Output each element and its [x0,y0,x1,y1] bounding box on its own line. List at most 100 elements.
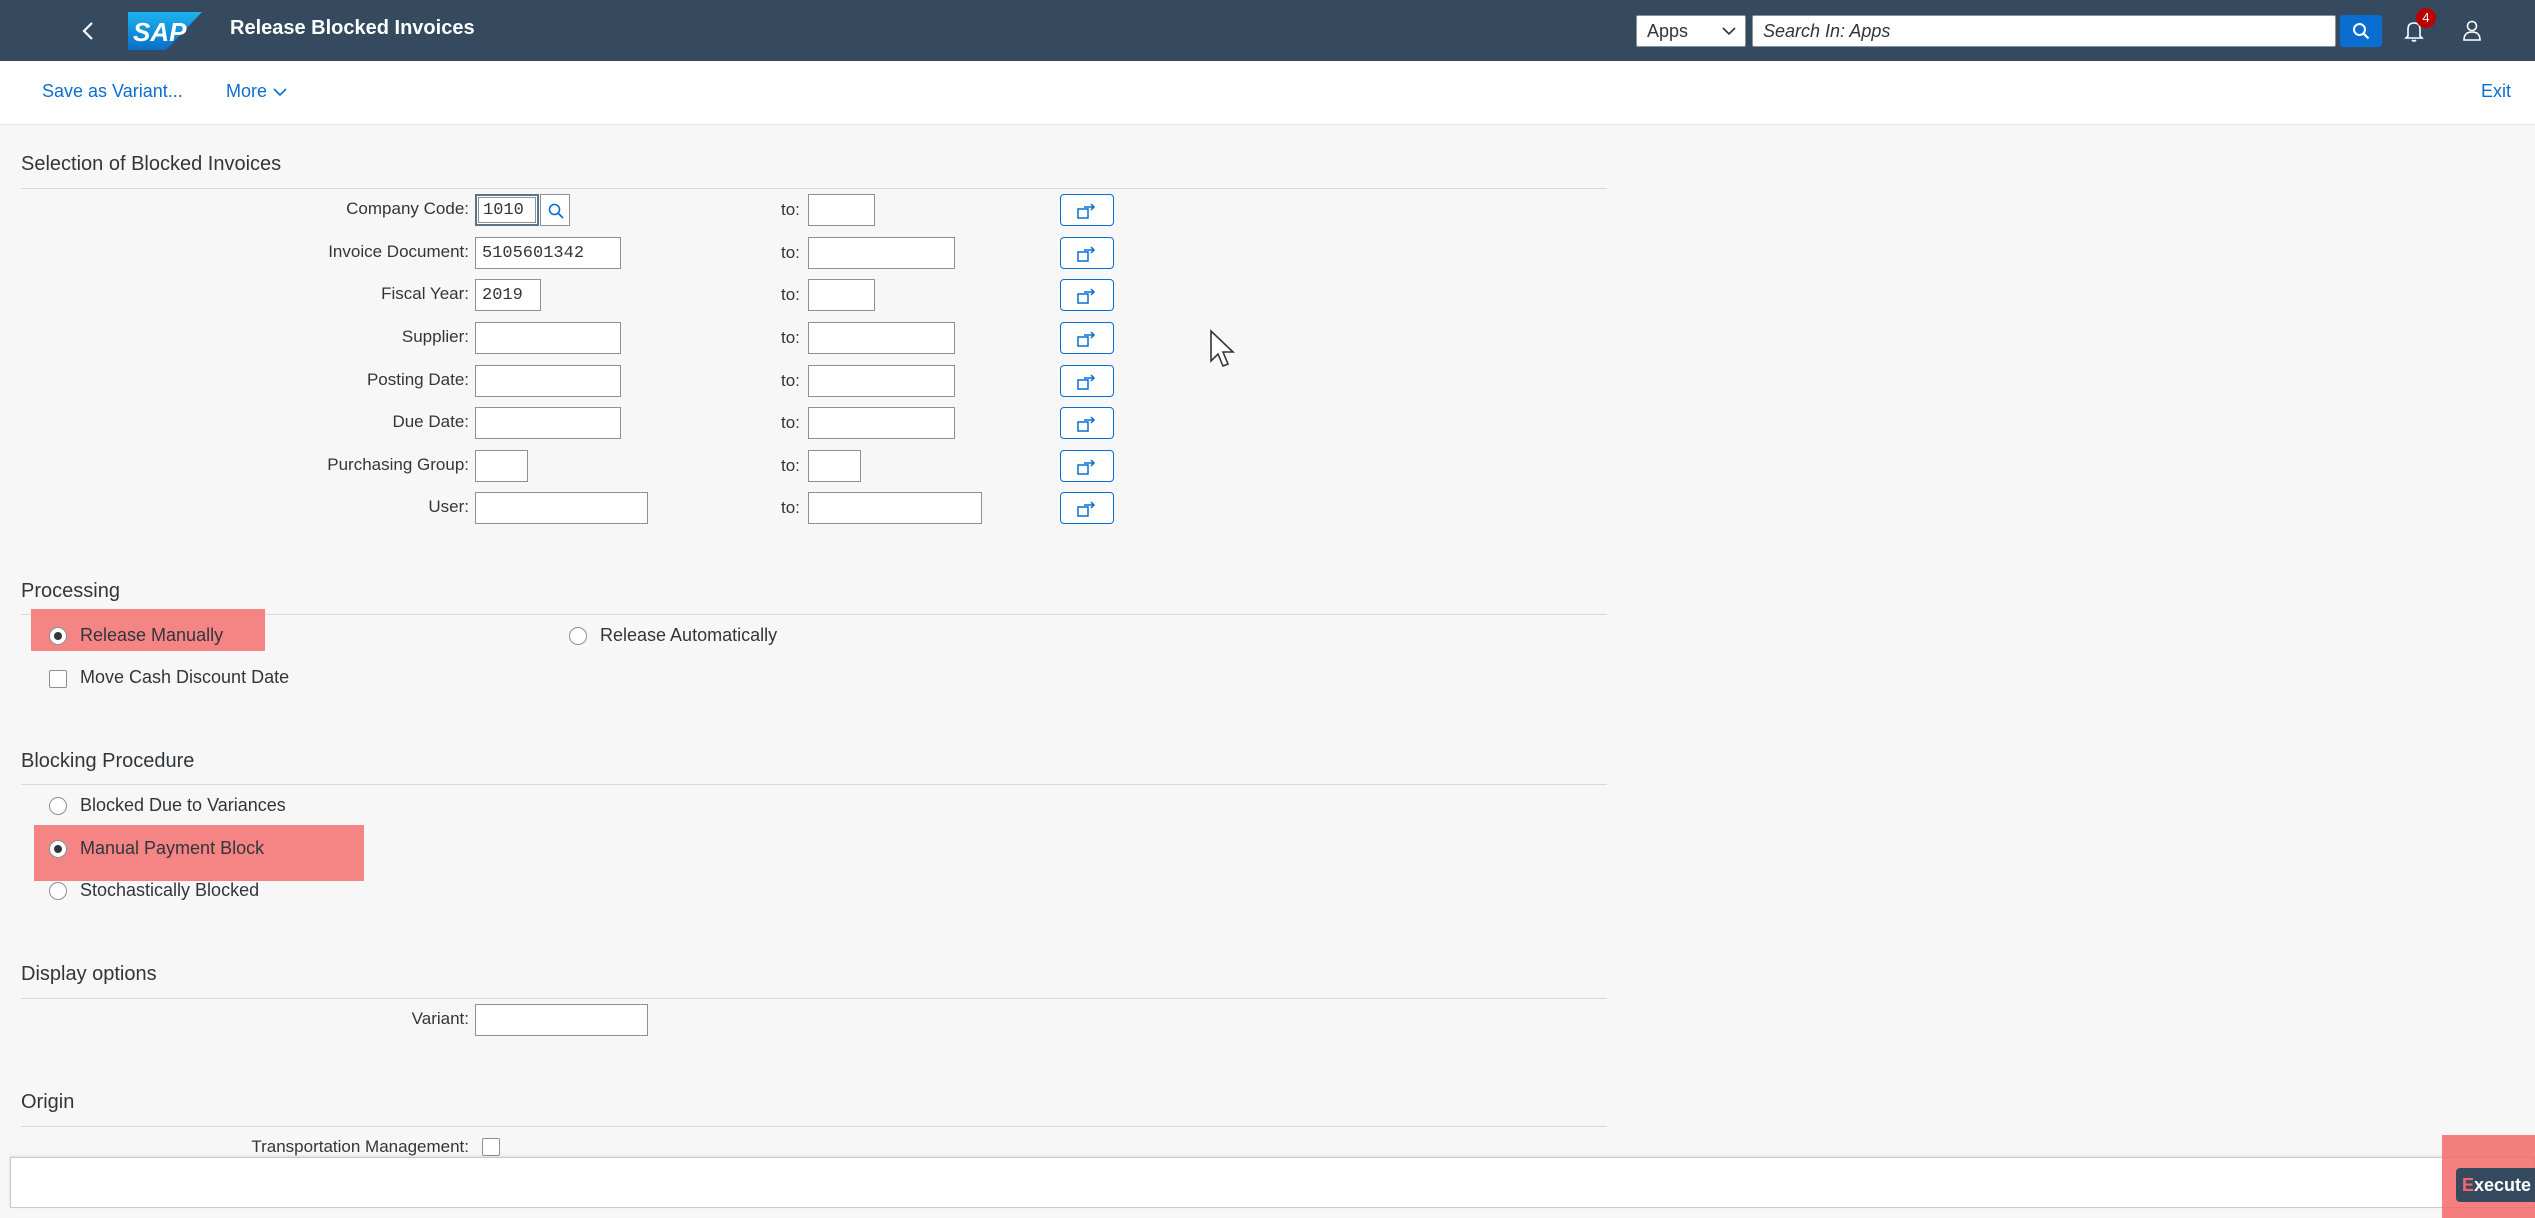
exit-button[interactable]: Exit [2481,81,2511,102]
release-automatically-label[interactable]: Release Automatically [600,625,777,646]
purchasing-group-from-input[interactable] [475,450,528,482]
fiscal-year-multiple-selection-button[interactable] [1060,279,1114,311]
due-date-from-input[interactable] [475,407,621,439]
multiple-selection-icon [1077,331,1096,347]
to-label: to: [781,243,800,262]
manual-payment-block-radio[interactable] [49,840,67,858]
transportation-management-checkbox[interactable] [482,1138,500,1156]
multiple-selection-icon [1077,501,1096,517]
move-cash-discount-checkbox[interactable] [49,670,67,688]
execute-label-rest: xecute [2474,1175,2532,1195]
sap-logo[interactable]: SAP [128,12,202,50]
company-code-to-input[interactable] [808,194,875,226]
more-menu-button[interactable]: More [226,81,287,102]
multiple-selection-icon [1077,288,1096,304]
supplier-multiple-selection-button[interactable] [1060,322,1114,354]
section-divider [21,998,1607,999]
to-label: to: [781,328,800,347]
section-title-selection: Selection of Blocked Invoices [21,153,282,175]
purchasing-group-to-input[interactable] [808,450,861,482]
blocked-variances-radio[interactable] [49,797,67,815]
chevron-down-icon [1722,27,1736,36]
footer-bar [10,1157,2535,1208]
search-button[interactable] [2340,15,2382,47]
purchasing-group-label: Purchasing Group: [327,455,469,474]
manual-payment-block-label[interactable]: Manual Payment Block [80,838,264,859]
execute-button[interactable]: Execute [2456,1168,2535,1202]
shell-bar: SAP Release Blocked Invoices Apps 4 [0,0,2535,61]
due-date-to-input[interactable] [808,407,955,439]
posting-date-multiple-selection-button[interactable] [1060,365,1114,397]
purchasing-group-multiple-selection-button[interactable] [1060,450,1114,482]
user-to-input[interactable] [808,492,982,524]
section-title-display-options: Display options [21,963,157,985]
user-icon [2463,20,2481,41]
search-icon [548,203,564,219]
chevron-left-icon [82,22,93,40]
page-toolbar: Save as Variant... More Exit [0,61,2535,125]
multiple-selection-icon [1077,203,1096,219]
execute-label-prefix: E [2462,1175,2475,1195]
to-label: to: [781,200,800,219]
company-code-value-help[interactable] [540,194,570,226]
multiple-selection-icon [1077,459,1096,475]
to-label: to: [781,498,800,517]
move-cash-discount-label[interactable]: Move Cash Discount Date [80,667,289,688]
chevron-down-icon [273,88,287,97]
app-title: Release Blocked Invoices [230,17,475,39]
stochastically-blocked-label[interactable]: Stochastically Blocked [80,880,259,901]
fiscal-year-from-input[interactable] [475,279,541,311]
user-multiple-selection-button[interactable] [1060,492,1114,524]
supplier-from-input[interactable] [475,322,621,354]
user-profile-button[interactable] [2455,14,2489,48]
posting-date-to-input[interactable] [808,365,955,397]
posting-date-label: Posting Date: [366,370,469,389]
user-from-input[interactable] [475,492,648,524]
to-label: to: [781,371,800,390]
save-as-variant-button[interactable]: Save as Variant... [42,81,183,102]
release-manually-radio[interactable] [49,627,67,645]
section-title-origin: Origin [21,1091,75,1113]
company-code-from-input[interactable] [475,194,539,226]
invoice-document-to-input[interactable] [808,237,955,269]
user-label: User: [428,497,469,516]
mouse-cursor-icon [1210,329,1235,368]
multiple-selection-icon [1077,374,1096,390]
stochastically-blocked-radio[interactable] [49,882,67,900]
due-date-label: Due Date: [392,412,469,431]
search-input[interactable] [1752,15,2336,47]
supplier-to-input[interactable] [808,322,955,354]
section-divider [21,188,1607,189]
release-automatically-radio[interactable] [569,627,587,645]
company-code-multiple-selection-button[interactable] [1060,194,1114,226]
invoice-document-from-input[interactable] [475,237,621,269]
section-divider [21,1126,1607,1127]
supplier-label: Supplier: [401,327,469,346]
to-label: to: [781,456,800,475]
multiple-selection-icon [1077,416,1096,432]
apps-dropdown-label: Apps [1647,21,1689,41]
notification-badge: 4 [2416,8,2436,28]
to-label: to: [781,413,800,432]
back-button[interactable] [72,14,106,48]
fiscal-year-to-input[interactable] [808,279,875,311]
svg-text:SAP: SAP [133,17,187,47]
posting-date-from-input[interactable] [475,365,621,397]
blocked-variances-label[interactable]: Blocked Due to Variances [80,795,286,816]
invoice-document-label: Invoice Document: [328,242,469,261]
invoice-document-multiple-selection-button[interactable] [1060,237,1114,269]
section-divider [21,784,1607,785]
due-date-multiple-selection-button[interactable] [1060,407,1114,439]
to-label: to: [781,285,800,304]
company-code-label: Company Code: [346,199,469,218]
release-manually-label[interactable]: Release Manually [80,625,223,646]
apps-dropdown[interactable]: Apps [1636,15,1746,47]
section-title-blocking: Blocking Procedure [21,750,195,772]
variant-input[interactable] [475,1004,648,1036]
transportation-management-label: Transportation Management: [251,1137,469,1156]
variant-label: Variant: [411,1009,469,1028]
fiscal-year-label: Fiscal Year: [381,284,469,303]
more-label: More [226,81,268,101]
section-title-processing: Processing [21,580,120,602]
multiple-selection-icon [1077,246,1096,262]
